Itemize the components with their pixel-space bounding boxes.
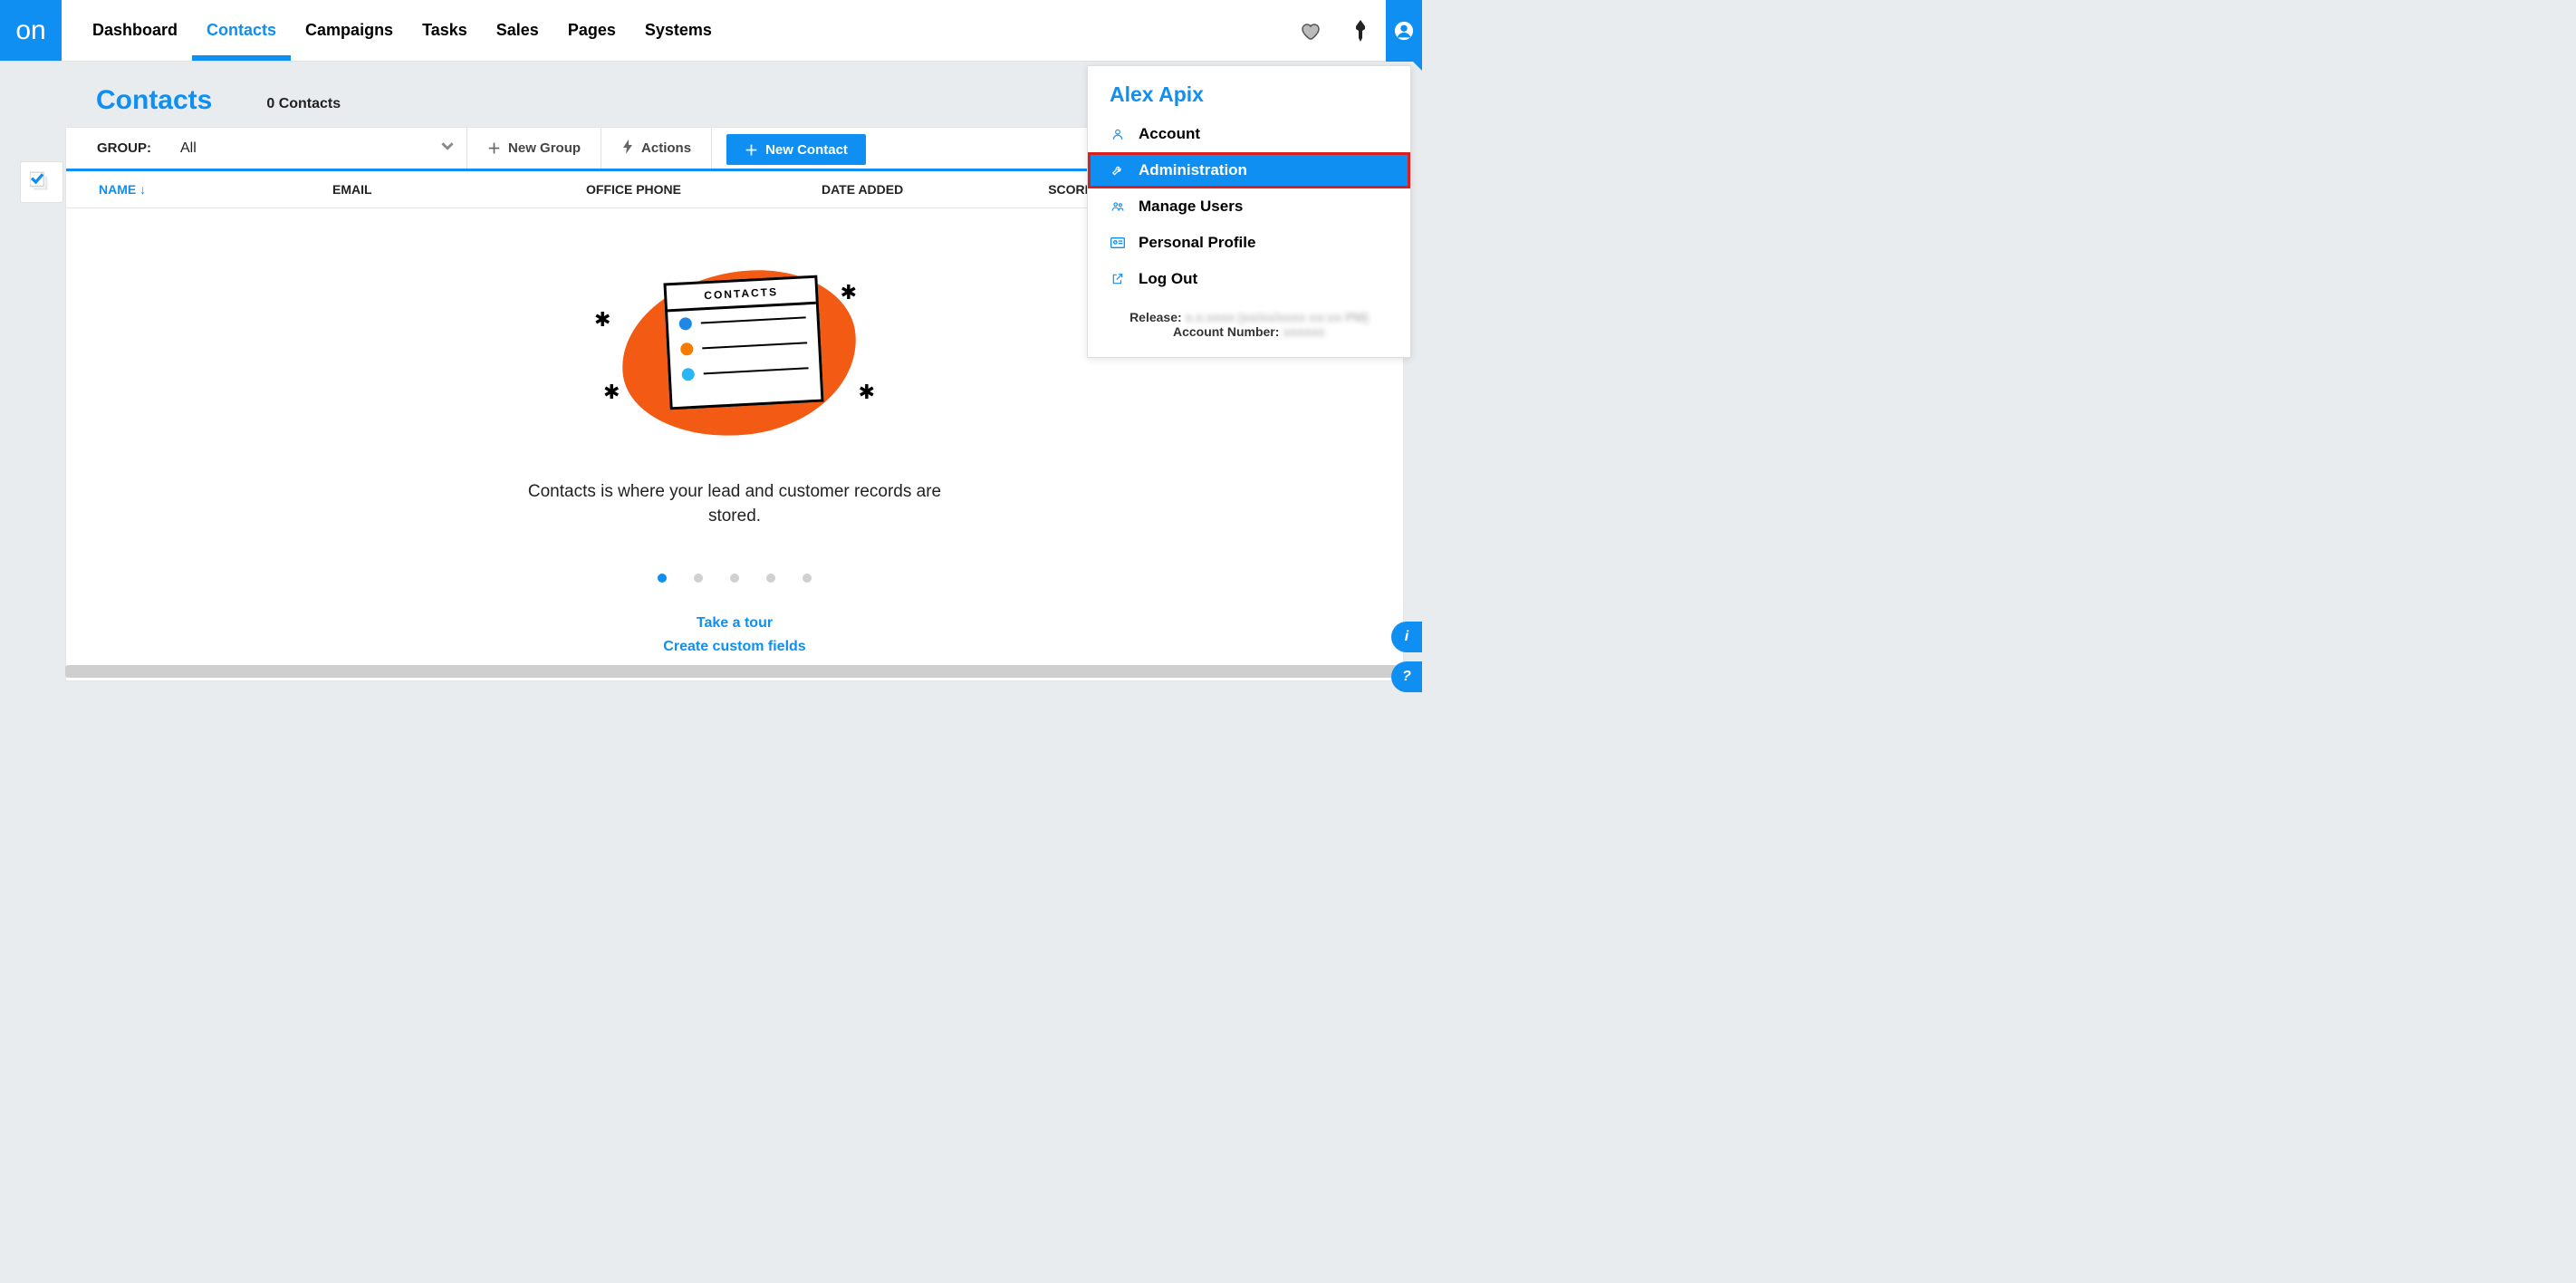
group-value: All [180, 140, 197, 157]
account-number-value: xxxxxx [1283, 324, 1325, 339]
actions-label: Actions [641, 140, 691, 156]
top-nav: on Dashboard Contacts Campaigns Tasks Sa… [0, 0, 1422, 62]
horizontal-scrollbar[interactable] [65, 665, 1404, 678]
col-name-label: NAME [99, 182, 136, 197]
col-date[interactable]: DATE ADDED [822, 182, 1003, 197]
menu-personal-profile-label: Personal Profile [1139, 234, 1255, 252]
menu-personal-profile[interactable]: Personal Profile [1088, 225, 1410, 261]
plus-icon: ＋ [745, 140, 758, 159]
new-contact-label: New Contact [765, 142, 848, 158]
menu-manage-users-label: Manage Users [1139, 198, 1243, 216]
nav-pages[interactable]: Pages [553, 0, 630, 61]
idcard-icon [1110, 236, 1126, 249]
group-select[interactable]: All [168, 128, 466, 169]
sort-arrow-icon: ↓ [139, 182, 146, 197]
plus-icon: ＋ [487, 139, 501, 158]
page-title: Contacts [96, 85, 212, 116]
carousel-dot-2[interactable] [694, 574, 703, 583]
actions-button[interactable]: Actions [601, 128, 711, 169]
user-name: Alex Apix [1088, 66, 1410, 116]
menu-account-label: Account [1139, 125, 1200, 143]
release-value: x.x.xxxx (xx/xx/xxxx xx:xx PM) [1186, 310, 1369, 324]
nav-contacts[interactable]: Contacts [192, 0, 291, 61]
menu-manage-users[interactable]: Manage Users [1088, 188, 1410, 225]
user-avatar-tab[interactable] [1386, 0, 1422, 62]
account-number-label: Account Number: [1173, 324, 1279, 339]
empty-illustration: CONTACTS ✱ ✱ ✱ ✱ [585, 254, 884, 444]
wrench-icon [1110, 164, 1126, 177]
main-nav: Dashboard Contacts Campaigns Tasks Sales… [78, 0, 726, 61]
contact-count: 0 Contacts [266, 96, 341, 116]
col-name[interactable]: NAME ↓ [88, 182, 332, 197]
carousel-dot-4[interactable] [766, 574, 775, 583]
carousel-dots [66, 574, 1403, 583]
create-fields-link[interactable]: Create custom fields [66, 639, 1403, 655]
favorite-icon[interactable] [1284, 0, 1335, 62]
help-float-button[interactable]: ? [1391, 661, 1422, 692]
topbar-right [1284, 0, 1422, 61]
logo[interactable]: on [0, 0, 62, 61]
empty-links: Take a tour Create custom fields [66, 615, 1403, 655]
new-group-label: New Group [508, 140, 581, 156]
carousel-dot-3[interactable] [730, 574, 739, 583]
menu-log-out[interactable]: Log Out [1088, 261, 1410, 297]
col-email[interactable]: EMAIL [332, 182, 586, 197]
col-score[interactable]: SCORE [1003, 182, 1093, 197]
carousel-dot-5[interactable] [803, 574, 812, 583]
menu-log-out-label: Log Out [1139, 270, 1197, 288]
info-float-button[interactable]: i [1391, 622, 1422, 652]
new-contact-button[interactable]: ＋ New Contact [726, 134, 866, 165]
nav-sales[interactable]: Sales [482, 0, 553, 61]
col-phone[interactable]: OFFICE PHONE [586, 182, 822, 197]
nav-dashboard[interactable]: Dashboard [78, 0, 192, 61]
logout-icon [1110, 273, 1126, 285]
menu-account[interactable]: Account [1088, 116, 1410, 152]
empty-message: Contacts is where your lead and customer… [526, 480, 943, 528]
users-icon [1110, 200, 1126, 213]
nav-systems[interactable]: Systems [630, 0, 726, 61]
nav-campaigns[interactable]: Campaigns [291, 0, 408, 61]
chevron-down-icon [441, 140, 454, 157]
take-tour-link[interactable]: Take a tour [66, 615, 1403, 632]
new-group-button[interactable]: ＋ New Group [467, 128, 601, 169]
group-label: GROUP: [66, 128, 168, 169]
release-label: Release: [1129, 310, 1182, 324]
nav-tasks[interactable]: Tasks [408, 0, 482, 61]
select-all-checkbox[interactable] [20, 161, 63, 203]
user-menu-meta: Release: x.x.xxxx (xx/xx/xxxx xx:xx PM) … [1088, 297, 1410, 357]
divider [711, 128, 712, 169]
bolt-icon [621, 140, 634, 158]
user-icon [1110, 128, 1126, 140]
carousel-dot-1[interactable] [658, 574, 667, 583]
user-menu: Alex Apix Account Administration Manage … [1087, 65, 1411, 358]
pin-icon[interactable] [1335, 0, 1386, 62]
menu-administration[interactable]: Administration [1088, 152, 1410, 188]
menu-administration-label: Administration [1139, 161, 1247, 179]
